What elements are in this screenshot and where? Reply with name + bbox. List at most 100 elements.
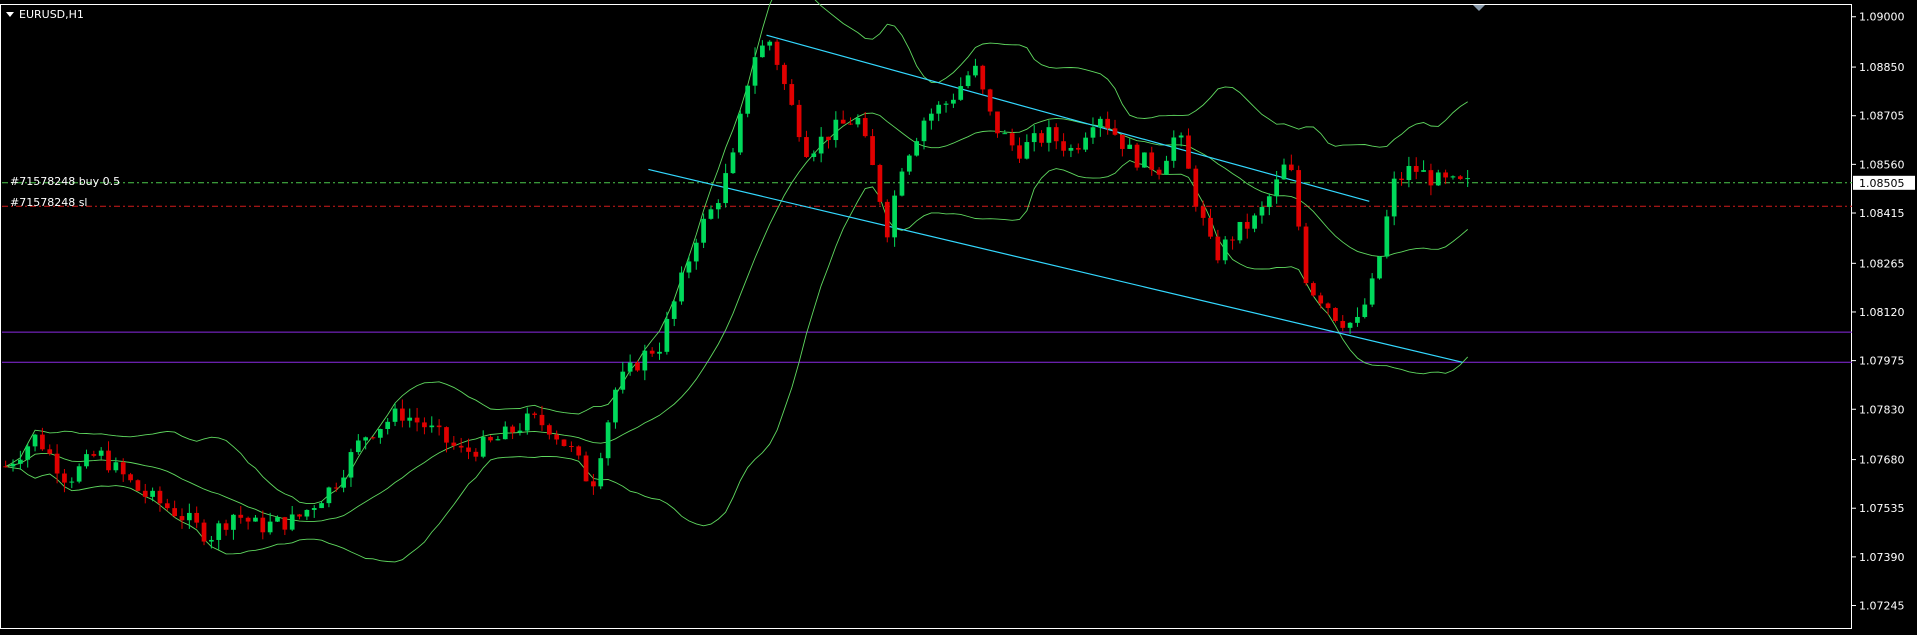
candle-body	[1127, 144, 1133, 149]
y-tick-label: 1.08120	[1859, 306, 1905, 319]
candle-body	[906, 155, 912, 172]
candle-body	[1377, 256, 1382, 279]
candle-body	[510, 426, 515, 433]
candle-body	[1274, 179, 1279, 197]
candle-body	[458, 445, 464, 448]
candle-body	[157, 490, 163, 504]
candle-body	[1186, 135, 1191, 169]
candle-body	[1333, 307, 1338, 321]
candle-body	[804, 137, 809, 157]
candle-body	[767, 41, 773, 46]
candle-body	[1399, 178, 1404, 180]
candle-body	[3, 466, 9, 468]
candle-body	[1105, 118, 1111, 129]
candle-body	[686, 261, 692, 273]
candle-body	[40, 434, 45, 450]
price-chart[interactable]: 1.09000 1.08850 1.08705 1.08560 1.08415 1.082…	[0, 0, 1917, 631]
candle-body	[407, 417, 413, 421]
candle-body	[576, 446, 582, 456]
candle-body	[642, 350, 648, 371]
candle-body	[128, 474, 133, 481]
candle-body	[1465, 178, 1471, 180]
candle-body	[275, 517, 280, 522]
candle-body	[1149, 152, 1155, 170]
candle-body	[370, 437, 376, 439]
candle-body	[546, 425, 552, 435]
candle-body	[422, 422, 427, 428]
candle-body	[855, 118, 861, 125]
candle-body	[973, 65, 978, 76]
candle-body	[1384, 216, 1390, 257]
stop-loss-label[interactable]: #71578248 sl	[10, 196, 88, 209]
y-tick-label: 1.08705	[1859, 110, 1905, 123]
candle-body	[245, 517, 251, 522]
y-tick-label: 1.07390	[1859, 551, 1905, 564]
candle-body	[737, 113, 743, 153]
candle-body	[1288, 164, 1294, 171]
symbol-timeframe-label: EURUSD,H1	[19, 8, 84, 21]
candle-body	[1024, 142, 1030, 159]
candle-body	[1296, 170, 1302, 227]
candle-body	[495, 439, 501, 441]
candle-body	[1046, 127, 1052, 143]
candle-body	[1230, 239, 1235, 241]
candle-body	[1112, 128, 1118, 135]
y-tick-label: 1.07830	[1859, 403, 1905, 416]
candle-body	[54, 453, 60, 474]
candle-body	[385, 421, 391, 429]
candle-body	[1009, 133, 1015, 146]
y-tick-label: 1.07975	[1859, 355, 1905, 368]
candle-body	[591, 481, 596, 487]
candle-body	[965, 75, 971, 87]
candle-body	[1413, 166, 1419, 172]
candle-body	[341, 477, 346, 488]
candle-body	[679, 272, 684, 302]
candle-body	[444, 427, 449, 443]
candle-body	[1142, 152, 1147, 168]
candle-body	[1171, 137, 1177, 161]
candle-body	[1421, 170, 1426, 172]
candle-body	[921, 120, 927, 142]
candle-body	[282, 517, 288, 530]
candle-body	[752, 57, 758, 86]
candle-body	[1208, 217, 1213, 237]
candle-body	[135, 480, 141, 491]
candle-body	[620, 371, 626, 390]
candle-body	[951, 99, 956, 104]
candle-body	[1068, 147, 1074, 151]
candle-body	[466, 447, 471, 452]
buy-order-label[interactable]: #71578248 buy 0.5	[10, 175, 120, 188]
candle-body	[62, 473, 67, 483]
candle-body	[150, 490, 155, 497]
candle-body	[1134, 144, 1140, 168]
candle-body	[1391, 178, 1397, 217]
candle-body	[414, 417, 420, 423]
candle-body	[348, 452, 354, 478]
candle-body	[209, 539, 214, 542]
candle-body	[223, 523, 229, 530]
chart-window[interactable]: 1.09000 1.08850 1.08705 1.08560 1.08415 1.082…	[0, 0, 1917, 631]
candle-body	[613, 389, 618, 423]
candle-body	[539, 414, 545, 426]
candle-body	[987, 89, 993, 112]
candle-body	[164, 503, 170, 509]
y-tick-label: 1.09000	[1859, 11, 1905, 24]
candle-body	[1443, 172, 1448, 178]
candle-body	[671, 301, 677, 319]
candle-body	[980, 65, 986, 90]
candle-body	[304, 509, 310, 517]
candle-body	[172, 508, 177, 517]
y-tick-label: 1.08560	[1859, 158, 1905, 171]
candle-body	[47, 449, 53, 454]
candle-body	[10, 463, 16, 467]
candle-body	[98, 450, 104, 456]
candle-body	[451, 442, 457, 446]
candle-body	[333, 487, 339, 489]
candle-body	[745, 85, 751, 114]
candle-body	[267, 521, 273, 533]
candle-body	[106, 450, 111, 471]
candle-body	[76, 466, 82, 482]
candle-body	[1156, 169, 1162, 175]
candle-body	[400, 408, 405, 421]
candle-body	[363, 437, 369, 441]
